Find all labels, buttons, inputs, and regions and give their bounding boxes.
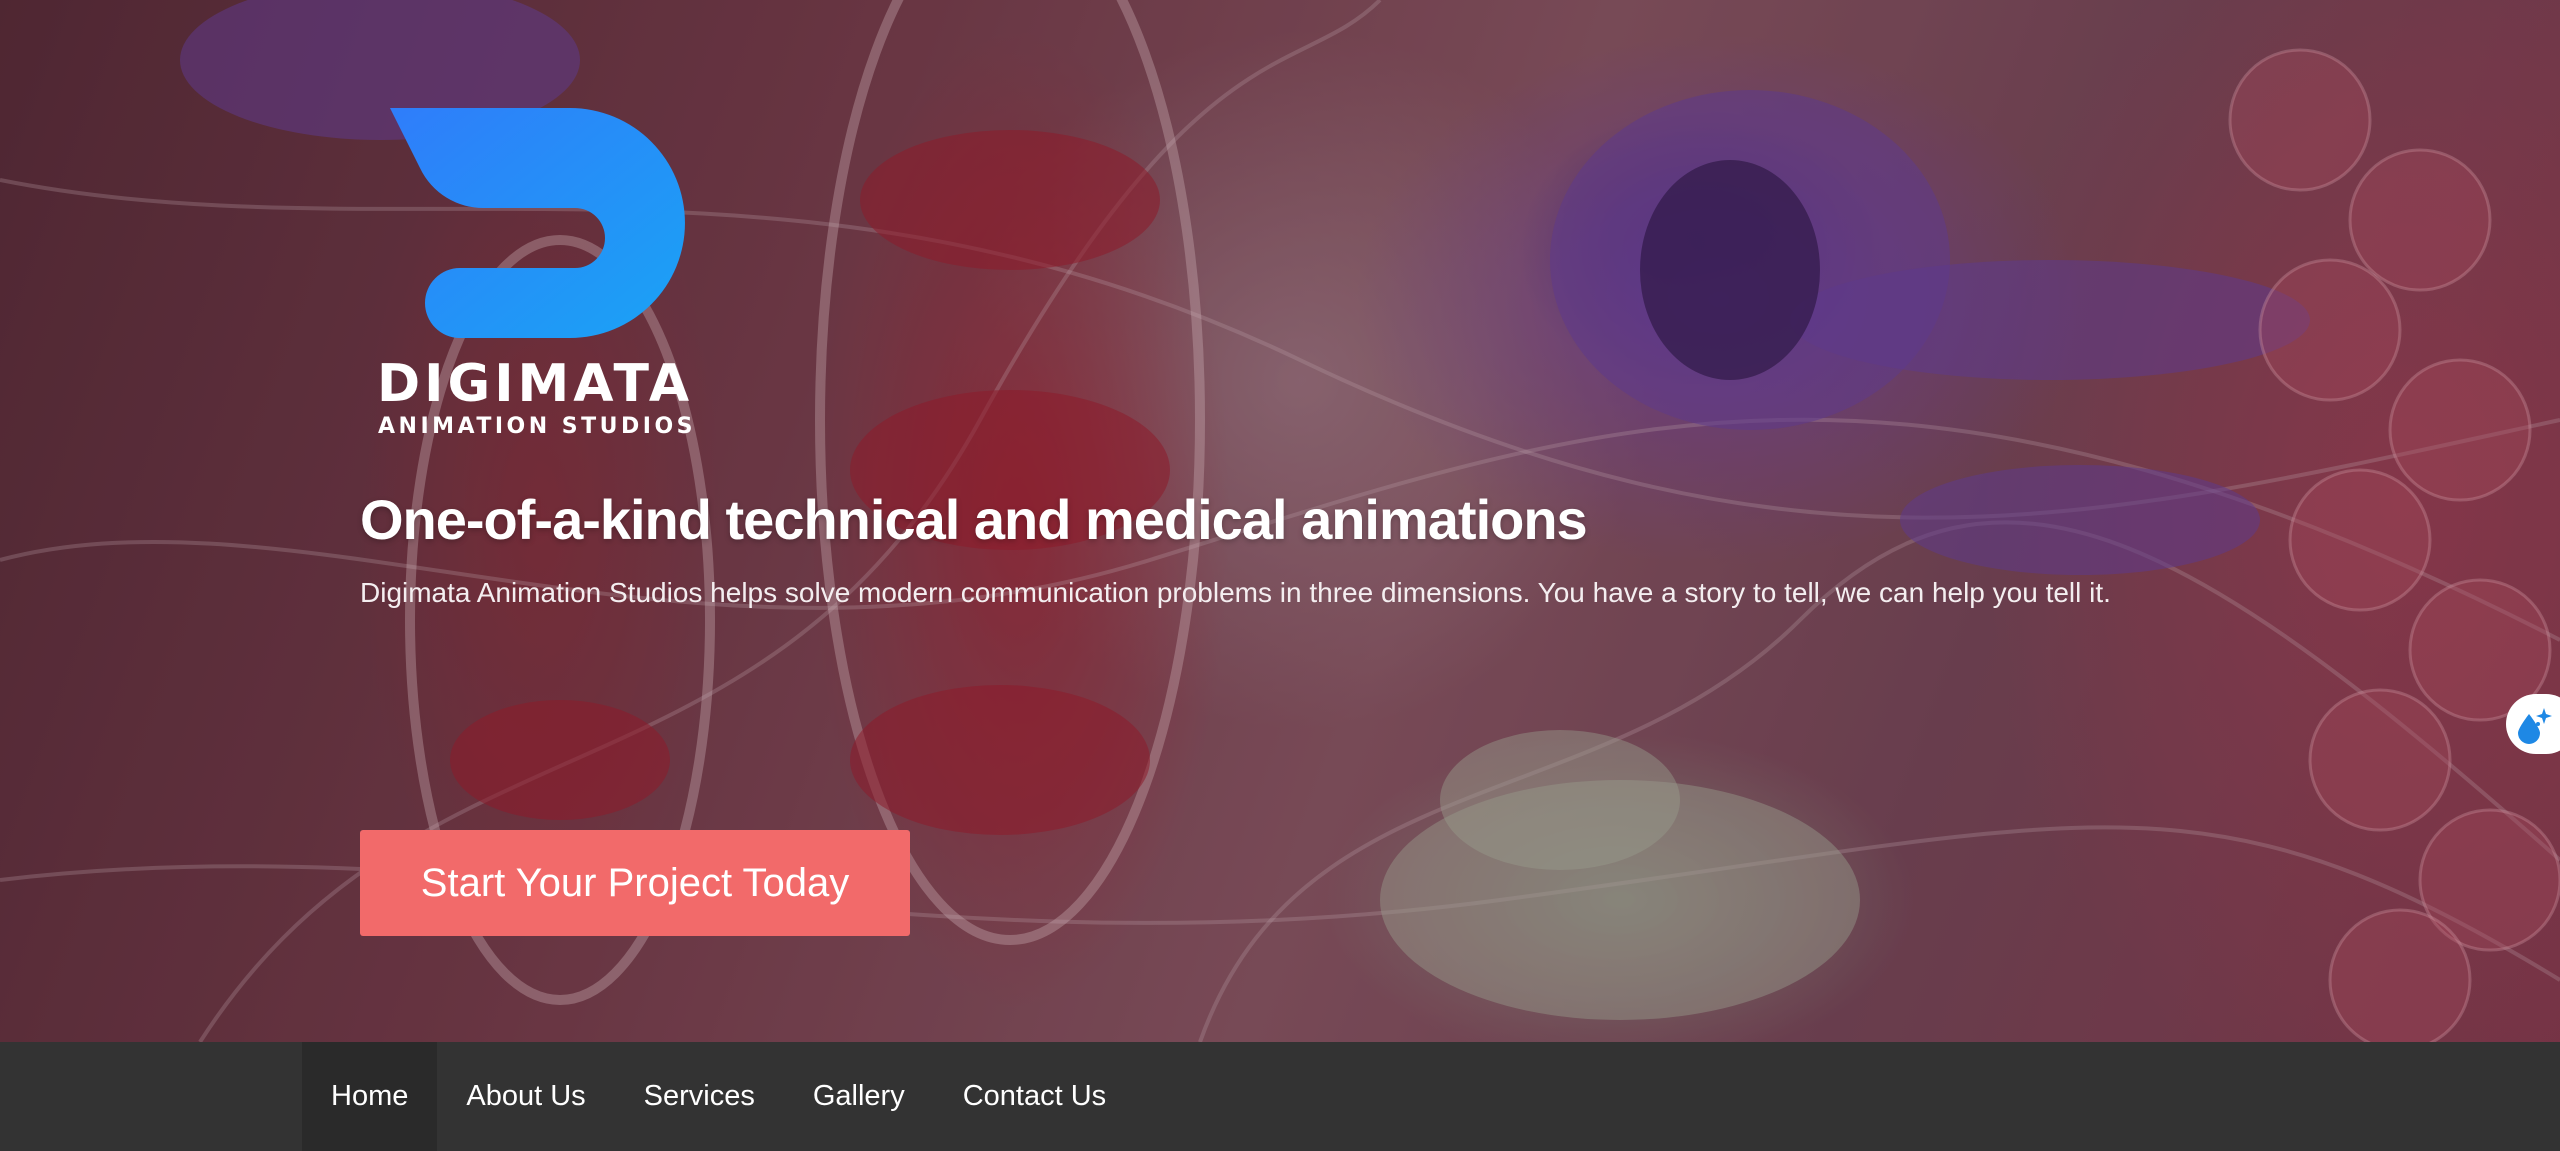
- side-widget[interactable]: [2506, 694, 2560, 754]
- digimata-d-logo-icon: [390, 108, 685, 338]
- nav-list: Home About Us Services Gallery Contact U…: [302, 1042, 1135, 1151]
- hero-content: DIGIMATA ANIMATION STUDIOS One-of-a-kind…: [360, 0, 2260, 1042]
- nav-item-services[interactable]: Services: [615, 1042, 784, 1151]
- hero-banner: DIGIMATA ANIMATION STUDIOS One-of-a-kind…: [0, 0, 2560, 1042]
- hero-headline: One-of-a-kind technical and medical anim…: [360, 488, 1588, 551]
- droplet-sparkle-icon: [2518, 708, 2552, 744]
- nav-item-home[interactable]: Home: [302, 1042, 438, 1151]
- main-navigation: Home About Us Services Gallery Contact U…: [0, 1042, 2560, 1151]
- start-project-button[interactable]: Start Your Project Today: [360, 830, 910, 936]
- hero-lead-text: Digimata Animation Studios helps solve m…: [360, 577, 2111, 608]
- nav-item-contact-us[interactable]: Contact Us: [934, 1042, 1135, 1151]
- nav-item-gallery[interactable]: Gallery: [784, 1042, 934, 1151]
- brand-tagline: ANIMATION STUDIOS: [378, 414, 697, 439]
- nav-item-about-us[interactable]: About Us: [437, 1042, 614, 1151]
- brand-name: DIGIMATA: [377, 354, 694, 414]
